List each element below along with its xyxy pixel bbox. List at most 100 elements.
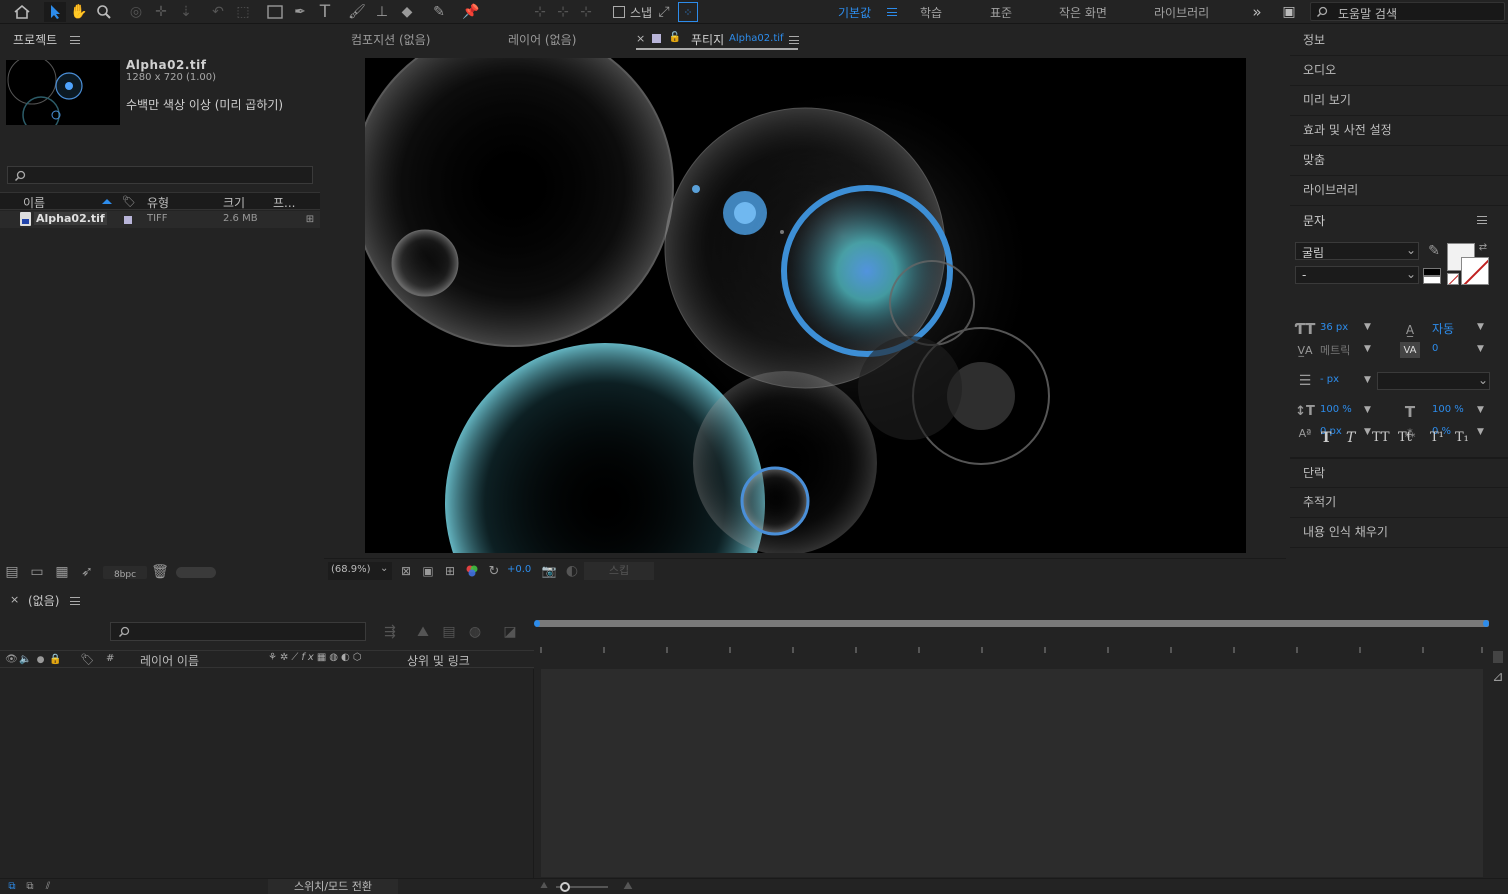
help-search-field[interactable]: 도움말 검색 xyxy=(1310,2,1505,21)
timeline-search-field[interactable] xyxy=(110,622,366,641)
new-folder-icon[interactable]: ▭ xyxy=(29,564,45,580)
chevron-down-icon[interactable]: ▼ xyxy=(1477,405,1484,415)
tab-footage[interactable]: × 🔓 푸티지 Alpha02.tif xyxy=(636,26,798,50)
panel-effects-presets[interactable]: 효과 및 사전 설정 xyxy=(1290,116,1508,146)
more-workspaces-icon[interactable]: » xyxy=(1248,2,1266,22)
eyedropper-icon[interactable]: ✎ xyxy=(1425,242,1443,260)
transfer-controls-toggle-icon[interactable]: ⧉ xyxy=(23,879,37,893)
workspace-standard[interactable]: 표준 xyxy=(990,4,1012,21)
brush-tool-icon[interactable]: 🖌 xyxy=(346,2,368,22)
timeline-track-area[interactable] xyxy=(541,669,1483,877)
anchor-tool-icon[interactable]: ⬚ xyxy=(232,2,254,22)
label-tag-icon[interactable]: 🏷 xyxy=(122,194,136,209)
rectangle-tool-icon[interactable] xyxy=(264,2,286,22)
stroke-width-value[interactable]: - px xyxy=(1320,374,1339,385)
table-row[interactable]: Alpha02.tif TIFF 2.6 MB ⊞ xyxy=(0,211,320,228)
orbit-camera-icon[interactable]: ◎ xyxy=(125,2,147,22)
vertical-scale-value[interactable]: 100 % xyxy=(1320,404,1352,415)
shy-switch-icon[interactable]: ⚘ xyxy=(268,652,280,663)
close-icon[interactable]: × xyxy=(10,593,19,606)
kerning-value[interactable]: 메트릭 xyxy=(1320,342,1350,358)
panel-align[interactable]: 맞춤 xyxy=(1290,146,1508,176)
reset-exposure-icon[interactable]: ↻ xyxy=(486,563,502,579)
character-title[interactable]: 문자 xyxy=(1303,212,1325,229)
solo-icon[interactable]: ● xyxy=(34,652,47,667)
zoom-dropdown[interactable]: (68.9%) ⌄ xyxy=(328,562,392,580)
adobe-media-encoder-icon[interactable]: ➶ xyxy=(79,564,95,580)
color-channels-icon[interactable] xyxy=(464,563,480,579)
view-axis-icon[interactable]: ⊹ xyxy=(576,2,596,22)
comp-marker-bin-icon[interactable]: ⊿ xyxy=(1490,669,1506,685)
tab-composition[interactable]: 컴포지션 (없음) xyxy=(351,31,430,48)
work-area-start-handle[interactable] xyxy=(534,620,540,627)
workspace-menu-icon[interactable] xyxy=(887,8,897,16)
draft-3d-icon[interactable]: ⛰ xyxy=(413,623,433,641)
chevron-down-icon[interactable]: ▼ xyxy=(1364,322,1371,332)
time-ruler[interactable] xyxy=(537,631,1489,657)
shy-layers-icon[interactable]: ▤ xyxy=(439,623,459,641)
timeline-scrollbar[interactable] xyxy=(1493,651,1503,663)
column-type[interactable]: 유형 xyxy=(147,194,169,211)
superscript-button[interactable]: T¹ xyxy=(1430,430,1444,445)
comp-mini-flowchart-icon[interactable]: ⇶ xyxy=(380,623,400,641)
type-tool-icon[interactable]: T xyxy=(314,2,336,22)
small-caps-button[interactable]: Tt xyxy=(1398,430,1412,445)
speaker-icon[interactable]: 🔈 xyxy=(19,652,32,667)
timeline-menu-icon[interactable] xyxy=(70,597,80,605)
swap-colors-icon[interactable]: ⇄ xyxy=(1477,241,1489,253)
workspace-learn[interactable]: 학습 xyxy=(920,4,942,21)
lock-icon[interactable]: 🔒 xyxy=(49,652,62,667)
tab-layer[interactable]: 레이어 (없음) xyxy=(508,31,576,48)
chevron-down-icon[interactable]: ▼ xyxy=(1364,344,1371,354)
subscript-button[interactable]: T₁ xyxy=(1455,430,1469,445)
clone-stamp-icon[interactable]: ⊥ xyxy=(371,2,393,22)
font-family-dropdown[interactable]: 굴림 ⌄ xyxy=(1295,242,1419,260)
column-frame-rate[interactable]: 프... xyxy=(273,194,295,211)
motion-blur-switch-icon[interactable]: ◍ xyxy=(329,652,341,663)
eye-icon[interactable]: 👁 xyxy=(5,652,18,667)
project-menu-icon[interactable] xyxy=(70,36,80,44)
pan-camera-icon[interactable]: ✛ xyxy=(150,2,172,22)
faux-bold-button[interactable]: T xyxy=(1321,430,1331,446)
project-tab[interactable]: 프로젝트 xyxy=(13,31,57,48)
footage-canvas[interactable] xyxy=(365,58,1246,553)
collapse-switch-icon[interactable]: ✲ xyxy=(280,652,291,663)
dolly-camera-icon[interactable]: ⇣ xyxy=(175,2,197,22)
column-size[interactable]: 크기 xyxy=(223,194,245,211)
zoom-out-icon[interactable]: ⛰ xyxy=(537,879,551,893)
adjustment-switch-icon[interactable]: ◐ xyxy=(341,652,353,663)
eraser-tool-icon[interactable]: ◆ xyxy=(396,2,418,22)
zoom-tool-icon[interactable] xyxy=(93,2,115,22)
effect-switch-icon[interactable]: fx xyxy=(301,652,316,663)
no-color-swatch[interactable] xyxy=(1447,273,1459,285)
label-color-swatch[interactable] xyxy=(124,216,132,224)
selection-tool-icon[interactable] xyxy=(44,2,66,22)
layer-switches-toggle-icon[interactable]: ⧉ xyxy=(5,879,19,893)
toggle-switches-modes-button[interactable]: 스위치/모드 전환 xyxy=(268,879,398,894)
frame-blending-icon[interactable]: ◍ xyxy=(465,623,485,641)
panel-info[interactable]: 정보 xyxy=(1290,26,1508,56)
faux-italic-button[interactable]: T xyxy=(1346,430,1355,446)
snap-grid-icon[interactable]: ⁘ xyxy=(678,2,698,22)
interpret-footage-icon[interactable]: ▤ xyxy=(4,564,20,580)
project-search-field[interactable] xyxy=(7,166,313,184)
column-name[interactable]: 이름 xyxy=(23,194,45,211)
character-menu-icon[interactable] xyxy=(1477,216,1487,224)
layer-name-header[interactable]: 레이어 이름 xyxy=(140,652,199,669)
bpc-button[interactable]: 8bpc xyxy=(103,566,147,580)
font-style-dropdown[interactable]: - ⌄ xyxy=(1295,266,1419,284)
stroke-color-swatch[interactable] xyxy=(1461,257,1489,285)
viewer-menu-icon[interactable] xyxy=(789,36,799,44)
flowchart-icon[interactable]: ⊞ xyxy=(303,212,317,226)
skip-dropdown[interactable]: 스킵 xyxy=(584,562,654,580)
label-tag-icon[interactable]: 🏷 xyxy=(80,652,95,667)
quality-switch-icon[interactable]: ⟋ xyxy=(291,652,301,663)
safe-margins-icon[interactable]: ▣ xyxy=(420,563,436,579)
zoom-in-icon[interactable]: ⛰ xyxy=(620,879,636,893)
panel-paragraph[interactable]: 단락 xyxy=(1290,458,1508,488)
black-white-swatch[interactable] xyxy=(1423,268,1441,284)
thumbnail-size-slider[interactable] xyxy=(176,567,216,578)
panel-preview[interactable]: 미리 보기 xyxy=(1290,86,1508,116)
all-caps-button[interactable]: TT xyxy=(1372,430,1390,445)
timeline-tab[interactable]: (없음) xyxy=(28,592,59,609)
